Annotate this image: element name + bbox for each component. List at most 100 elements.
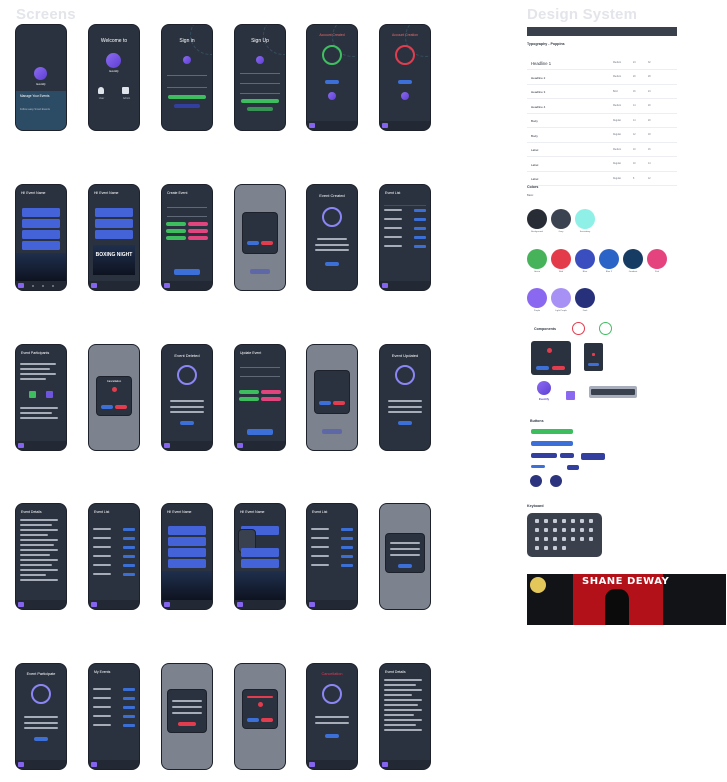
menu-card[interactable] xyxy=(168,526,206,535)
menu-card[interactable] xyxy=(241,548,279,557)
menu-card[interactable] xyxy=(168,537,206,546)
cancel-button[interactable] xyxy=(319,401,331,405)
phone-event-list-3[interactable]: Event List xyxy=(307,504,357,609)
phone-cancel-confirm[interactable] xyxy=(235,664,285,769)
ds-button-small[interactable] xyxy=(560,453,574,458)
phone-event-list-2[interactable]: Event List xyxy=(89,504,139,609)
ok-button[interactable] xyxy=(398,421,412,425)
cancel-button[interactable] xyxy=(247,241,259,245)
menu-card[interactable] xyxy=(22,219,60,228)
name-field[interactable] xyxy=(240,71,280,74)
menu-card[interactable] xyxy=(95,219,133,228)
category-chip[interactable] xyxy=(166,229,186,233)
phone-update-confirm[interactable] xyxy=(307,345,357,450)
no-button[interactable] xyxy=(101,405,113,409)
ds-button-blue[interactable] xyxy=(531,441,573,446)
phone-event-details-2[interactable]: Event Details xyxy=(380,664,430,769)
ok-button[interactable] xyxy=(398,564,412,568)
signup-link-button[interactable] xyxy=(174,104,200,108)
menu-card[interactable] xyxy=(168,559,206,568)
phone-event-confirm[interactable] xyxy=(235,185,285,290)
ok-button[interactable] xyxy=(325,262,339,266)
category-chip[interactable] xyxy=(188,222,208,226)
yes-button[interactable] xyxy=(261,718,273,722)
phone-home-menu[interactable]: Hi! Event Name BOXING NIGHT xyxy=(89,185,139,290)
email-field[interactable] xyxy=(167,73,207,76)
yes-button[interactable] xyxy=(115,405,127,409)
phone-signin[interactable]: Sign in xyxy=(162,25,212,130)
phone-signup[interactable]: Sign Up xyxy=(235,25,285,130)
phone-cancel-modal[interactable]: Cancellation xyxy=(89,345,139,450)
category-chip[interactable] xyxy=(166,236,186,240)
phone-event-list[interactable]: Event List xyxy=(380,185,430,290)
category-chip[interactable] xyxy=(188,236,208,240)
menu-card[interactable] xyxy=(95,208,133,217)
phone-participate[interactable]: Event Participate xyxy=(16,664,66,769)
chat-icon[interactable] xyxy=(46,391,53,398)
ok-button[interactable] xyxy=(325,80,339,84)
accept-icon[interactable] xyxy=(29,391,36,398)
menu-card[interactable] xyxy=(22,241,60,250)
phone-create-event[interactable]: Create Event xyxy=(162,185,212,290)
ds-button-navy[interactable] xyxy=(531,453,557,458)
ds-button-tiny[interactable] xyxy=(531,465,545,468)
ds-button-add[interactable] xyxy=(581,453,605,460)
update-button[interactable] xyxy=(247,429,273,435)
signin-button[interactable] xyxy=(168,95,206,99)
phone-splash[interactable]: Eventify Manage Your Events Follow easy … xyxy=(16,25,66,130)
phone-update-event[interactable]: Update Event xyxy=(235,345,285,450)
phone-admin-home[interactable]: Hi! Event Name xyxy=(162,504,212,609)
phone-event-deleted[interactable]: Event Deleted xyxy=(162,345,212,450)
event-name-field[interactable] xyxy=(167,205,207,208)
phone-ticket-modal[interactable] xyxy=(380,504,430,609)
create-button[interactable] xyxy=(174,269,200,275)
event-name-field[interactable] xyxy=(240,365,280,368)
cancel-ticket-button[interactable] xyxy=(178,722,196,726)
phone-event-created[interactable]: Event Created xyxy=(307,185,357,290)
password-field[interactable] xyxy=(240,91,280,94)
phone-home[interactable]: Hi! Event Name xyxy=(16,185,66,290)
component-no-button[interactable] xyxy=(536,366,549,370)
action-button[interactable] xyxy=(322,429,342,434)
phone-account-failed[interactable]: Account Creation xyxy=(380,25,430,130)
phone-account-created[interactable]: Account Created xyxy=(307,25,357,130)
event-date-field[interactable] xyxy=(240,374,280,377)
phone-event-updated[interactable]: Event Updated xyxy=(380,345,430,450)
component-menu-button[interactable] xyxy=(588,363,599,366)
ds-button-green[interactable] xyxy=(531,429,573,434)
menu-card[interactable] xyxy=(95,230,133,239)
phone-event-details[interactable]: Event Details xyxy=(16,504,66,609)
confirm-button[interactable] xyxy=(261,241,273,245)
signup-button[interactable] xyxy=(241,99,279,103)
menu-card[interactable] xyxy=(22,230,60,239)
ds-button-mini[interactable] xyxy=(567,465,579,470)
admin-icon[interactable] xyxy=(122,87,129,94)
ok-button[interactable] xyxy=(34,737,48,741)
password-field[interactable] xyxy=(167,85,207,88)
event-date-field[interactable] xyxy=(167,214,207,217)
ok-button[interactable] xyxy=(398,80,412,84)
user-avatar-icon[interactable] xyxy=(530,475,542,487)
component-yes-button[interactable] xyxy=(552,366,565,370)
ok-button[interactable] xyxy=(180,421,194,425)
update-confirm-button[interactable] xyxy=(333,401,345,405)
phone-event-participants[interactable]: Event Participants xyxy=(16,345,66,450)
category-chip[interactable] xyxy=(188,229,208,233)
phone-welcome[interactable]: Welcome to Eventify User Admin xyxy=(89,25,139,130)
phone-admin-home-menu[interactable]: Hi! Event Name xyxy=(235,504,285,609)
menu-card[interactable] xyxy=(241,559,279,568)
phone-cancelled[interactable]: Cancellation xyxy=(307,664,357,769)
action-button[interactable] xyxy=(250,269,270,274)
category-chip[interactable] xyxy=(166,222,186,226)
ok-button[interactable] xyxy=(325,734,339,738)
admin-avatar-icon[interactable] xyxy=(550,475,562,487)
phone-ticket-cancel[interactable] xyxy=(162,664,212,769)
menu-card[interactable] xyxy=(168,548,206,557)
category-chip[interactable] xyxy=(239,397,259,401)
user-icon[interactable] xyxy=(98,87,104,94)
email-field[interactable] xyxy=(240,81,280,84)
phone-my-events[interactable]: My Events xyxy=(89,664,139,769)
signin-link-button[interactable] xyxy=(247,107,273,111)
category-chip[interactable] xyxy=(261,390,281,394)
category-chip[interactable] xyxy=(239,390,259,394)
